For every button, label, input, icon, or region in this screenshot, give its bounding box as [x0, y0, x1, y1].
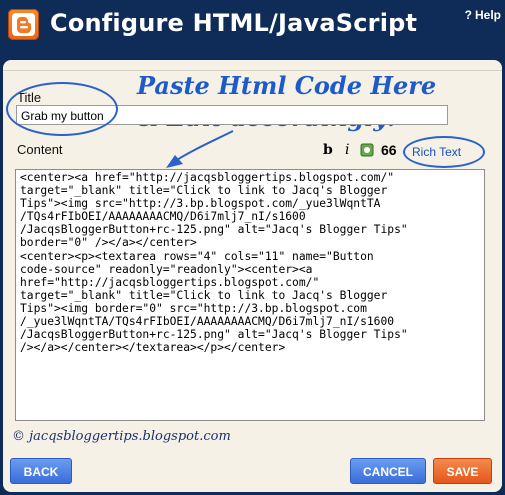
code-line: /_yue3lWqntTA/TQs4rFIbOEI/AAAAAAAACMQ/D6… [20, 315, 395, 329]
bold-button[interactable]: b [323, 142, 333, 160]
code-line: href="http://jacqsbloggertips.blogspot.c… [20, 275, 320, 289]
save-button[interactable]: SAVE [433, 458, 492, 484]
content-editor[interactable]: <center><a href="http://jacqsbloggertips… [15, 169, 485, 421]
code-line: /></a></center></textarea></p></center> [20, 341, 286, 355]
quote-button[interactable]: 66 [381, 142, 397, 160]
rich-text-highlight-circle [403, 136, 485, 168]
code-line: /TQs4rFIbOEI/AAAAAAAACMQ/D6i7mlj7_nI/s16… [20, 210, 306, 224]
copyright-text: © jacqsbloggertips.blogspot.com [12, 429, 231, 444]
code-line: <center><p><textarea rows="4" cols="11" … [20, 249, 374, 263]
code-line: Tips"><img src="http://3.bp.blogspot.com… [20, 197, 381, 211]
code-line: <center><a href="http://jacqsbloggertips… [20, 171, 395, 184]
code-line: target="_blank" title="Click to link to … [20, 184, 388, 198]
code-content: <center><a href="http://jacqsbloggertips… [20, 171, 481, 354]
code-line: Tips"><img border="0" src="http://3.bp.b… [20, 301, 367, 315]
code-line: /JacqsBloggerButton+rc-125.png" alt="Jac… [20, 328, 408, 342]
code-line: code-source" readonly="readonly"><center… [20, 262, 313, 276]
image-icon[interactable] [359, 142, 375, 160]
cancel-button[interactable]: CANCEL [350, 458, 426, 484]
code-line: border="0" /></a></center> [20, 236, 197, 250]
back-button[interactable]: BACK [10, 458, 72, 484]
code-line: target="_blank" title="Click to link to … [20, 288, 388, 302]
italic-button[interactable]: i [345, 142, 349, 160]
code-line: /JacqsBloggerButton+rc-125.png" alt="Jac… [20, 223, 408, 237]
